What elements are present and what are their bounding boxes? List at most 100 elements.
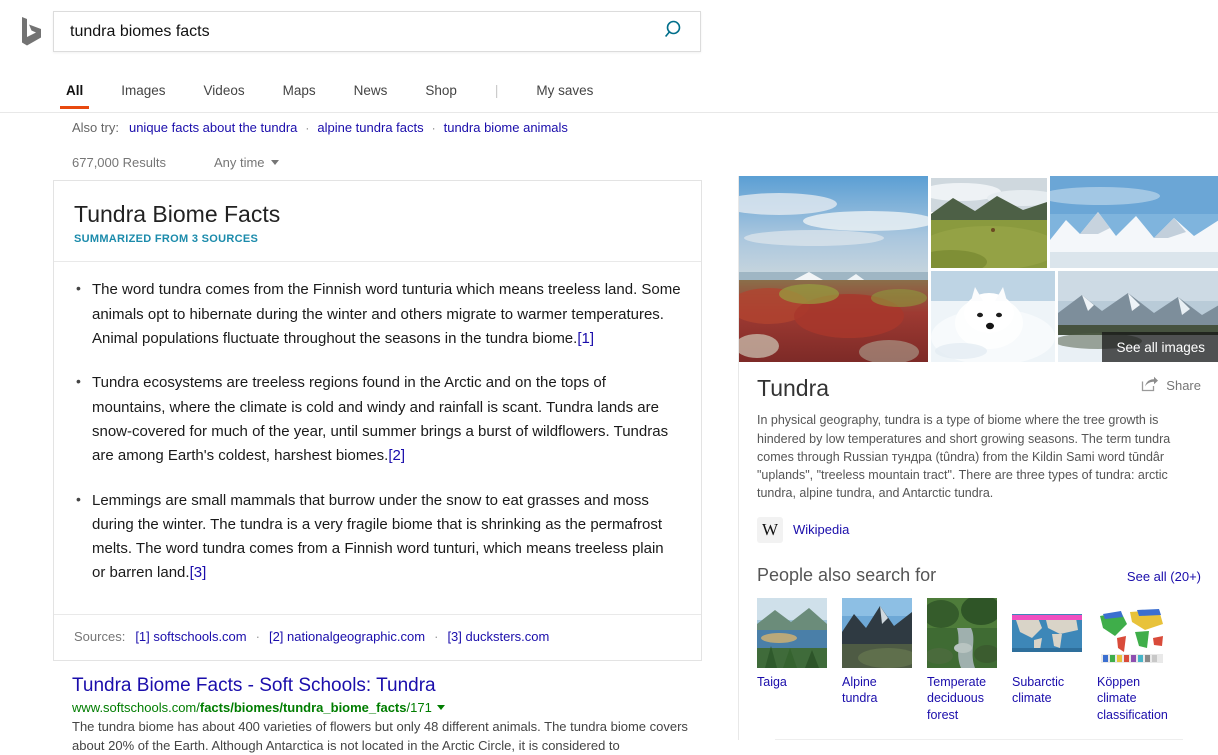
time-filter-dropdown[interactable]: Any time — [214, 155, 279, 170]
also-try-dot-1: · — [305, 121, 309, 135]
organic-result: Tundra Biome Facts - Soft Schools: Tundr… — [72, 675, 712, 755]
pasf-thumb-world-climate-map — [1097, 598, 1167, 668]
also-try-label: Also try: — [72, 120, 119, 135]
pasf-divider — [775, 739, 1183, 740]
chevron-down-icon[interactable] — [437, 705, 445, 710]
pasf-thumb-green-forest-stream — [927, 598, 997, 668]
also-try-dot-2: · — [432, 121, 436, 135]
answer-card-header: Tundra Biome Facts SUMMARIZED FROM 3 SOU… — [54, 181, 701, 262]
pasf-thumb-world-map-pink-band — [1012, 598, 1082, 668]
answer-card-title: Tundra Biome Facts — [74, 201, 681, 227]
knowledge-panel-description: In physical geography, tundra is a type … — [757, 411, 1201, 502]
fact-text: Lemmings are small mammals that burrow u… — [92, 492, 664, 582]
mosaic-image-snowy-mountain-range[interactable] — [1050, 176, 1218, 268]
image-mosaic: See all images — [739, 176, 1218, 362]
source-marker: [1] — [135, 629, 149, 644]
also-try-link-1[interactable]: unique facts about the tundra — [129, 120, 297, 135]
pasf-thumb-lake-forest-mountains — [757, 598, 827, 668]
sources-label: Sources: — [74, 629, 125, 644]
fact-text: Tundra ecosystems are treeless regions f… — [92, 374, 668, 464]
tab-all[interactable]: All — [66, 74, 83, 109]
answer-card-body: The word tundra comes from the Finnish w… — [54, 262, 701, 613]
knowledge-panel-title-row: Tundra Share — [757, 376, 1201, 401]
see-all-images-button[interactable]: See all images — [1102, 332, 1218, 362]
pasf-item-label: Taiga — [757, 674, 827, 691]
source-link-2[interactable]: [2] nationalgeographic.com — [269, 629, 425, 644]
tab-maps[interactable]: Maps — [283, 74, 316, 109]
source-link-3[interactable]: [3] ducksters.com — [447, 629, 549, 644]
people-also-search-for: People also search for See all (20+) — [739, 565, 1218, 741]
pasf-item-label: Alpine tundra — [842, 674, 912, 707]
tab-images[interactable]: Images — [121, 74, 165, 109]
search-input[interactable] — [70, 12, 648, 51]
knowledge-panel: See all images Tundra Share In physical … — [738, 176, 1218, 740]
fact-item: Tundra ecosystems are treeless regions f… — [74, 371, 681, 468]
mosaic-image-green-tundra-valley[interactable] — [931, 178, 1047, 268]
fact-item: The word tundra comes from the Finnish w… — [74, 278, 681, 351]
main-nav: All Images Videos Maps News Shop | My sa… — [0, 74, 1218, 113]
pasf-item-temperate-deciduous-forest[interactable]: Temperate deciduous forest — [927, 598, 997, 724]
source-marker: [2] — [269, 629, 283, 644]
also-try-link-3[interactable]: tundra biome animals — [444, 120, 568, 135]
pasf-item-list: Taiga Alpine tundra — [757, 598, 1201, 724]
source-dot-1: · — [256, 629, 260, 644]
mosaic-image-snowy-ridge[interactable]: See all images — [1058, 271, 1218, 362]
results-count: 677,000 Results — [72, 155, 166, 170]
chevron-down-icon — [271, 160, 279, 165]
pasf-item-label: Köppen climate classification — [1097, 674, 1167, 724]
source-domain: ducksters.com — [466, 629, 550, 644]
mosaic-image-tundra-autumn-coast[interactable] — [739, 176, 928, 362]
source-dot-2: · — [434, 629, 438, 644]
pasf-item-taiga[interactable]: Taiga — [757, 598, 827, 724]
also-try-bar: Also try: unique facts about the tundra … — [72, 120, 568, 135]
tab-shop[interactable]: Shop — [425, 74, 457, 109]
nav-tab-list: All Images Videos Maps News Shop | My sa… — [66, 74, 631, 109]
page-header — [0, 0, 1218, 62]
knowledge-panel-title: Tundra — [757, 376, 829, 401]
answer-card: Tundra Biome Facts SUMMARIZED FROM 3 SOU… — [53, 180, 702, 661]
pasf-item-subarctic-climate[interactable]: Subarctic climate — [1012, 598, 1082, 724]
mosaic-image-arctic-fox[interactable] — [931, 271, 1055, 362]
tab-my-saves[interactable]: My saves — [536, 74, 593, 109]
tab-news[interactable]: News — [354, 74, 388, 109]
pasf-item-label: Temperate deciduous forest — [927, 674, 997, 724]
organic-result-snippet: The tundra biome has about 400 varieties… — [72, 718, 712, 755]
organic-result-link[interactable]: Tundra Biome Facts - Soft Schools: Tundr… — [72, 675, 436, 696]
fact-reference-link[interactable]: [1] — [577, 330, 594, 347]
search-results-page: All Images Videos Maps News Shop | My sa… — [0, 0, 1218, 747]
time-filter-label: Any time — [214, 155, 265, 170]
source-link-1[interactable]: [1] softschools.com — [135, 629, 246, 644]
source-domain: nationalgeographic.com — [287, 629, 425, 644]
share-button[interactable]: Share — [1141, 376, 1201, 395]
pasf-title: People also search for — [757, 565, 936, 586]
knowledge-panel-body: Tundra Share In physical geography, tund… — [739, 362, 1218, 543]
pasf-item-label: Subarctic climate — [1012, 674, 1082, 707]
answer-card-subtitle: SUMMARIZED FROM 3 SOURCES — [74, 233, 681, 245]
wikipedia-link[interactable]: Wikipedia — [793, 522, 849, 537]
fact-reference-link[interactable]: [2] — [388, 447, 405, 464]
fact-item: Lemmings are small mammals that burrow u… — [74, 489, 681, 586]
source-marker: [3] — [447, 629, 461, 644]
answer-card-sources: Sources: [1] softschools.com · [2] natio… — [54, 614, 701, 660]
results-column: Tundra Biome Facts SUMMARIZED FROM 3 SOU… — [53, 180, 702, 661]
pasf-header: People also search for See all (20+) — [757, 565, 1201, 586]
search-submit-button[interactable] — [650, 12, 700, 51]
wikipedia-source[interactable]: W Wikipedia — [757, 517, 1201, 543]
share-label: Share — [1166, 378, 1201, 393]
tab-videos[interactable]: Videos — [204, 74, 245, 109]
url-prefix: www.softschools.com/ — [72, 700, 200, 715]
also-try-link-2[interactable]: alpine tundra facts — [317, 120, 423, 135]
pasf-see-all-link[interactable]: See all (20+) — [1127, 569, 1201, 584]
pasf-item-koppen-climate-classification[interactable]: Köppen climate classification — [1097, 598, 1167, 724]
fact-list: The word tundra comes from the Finnish w… — [74, 278, 681, 585]
bing-logo-icon[interactable] — [14, 15, 48, 49]
wikipedia-icon: W — [757, 517, 783, 543]
results-info-bar: 677,000 Results Any time — [72, 155, 279, 170]
nav-separator: | — [495, 74, 499, 109]
source-domain: softschools.com — [153, 629, 246, 644]
fact-reference-link[interactable]: [3] — [190, 564, 207, 581]
pasf-item-alpine-tundra[interactable]: Alpine tundra — [842, 598, 912, 724]
search-box[interactable] — [53, 11, 701, 52]
organic-result-url[interactable]: www.softschools.com/facts/biomes/tundra_… — [72, 700, 712, 715]
url-suffix: /171 — [407, 700, 432, 715]
